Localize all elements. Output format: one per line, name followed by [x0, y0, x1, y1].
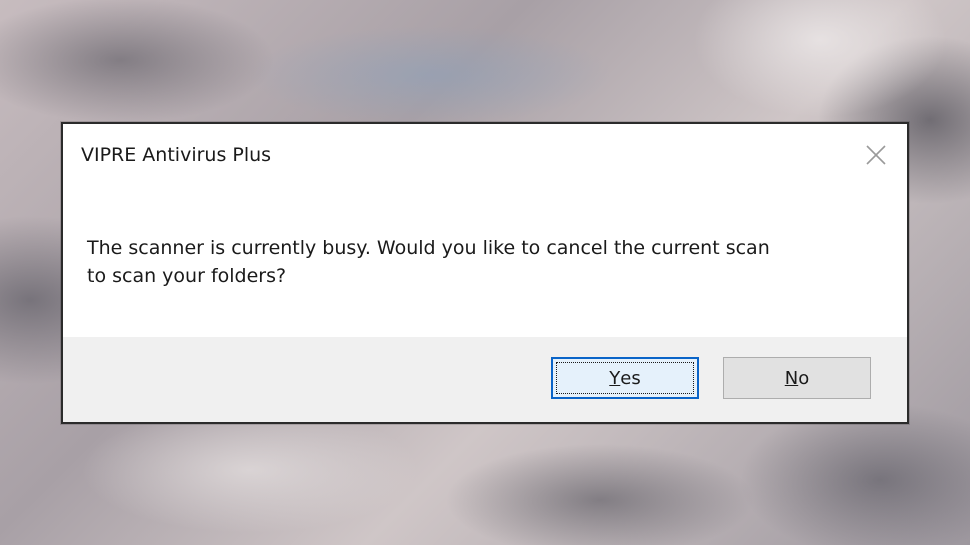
focus-rectangle — [556, 362, 694, 394]
no-button-accelerator: N — [784, 367, 799, 389]
dialog-title: VIPRE Antivirus Plus — [81, 144, 272, 166]
dialog-message: The scanner is currently busy. Would you… — [87, 234, 877, 290]
message-line-2: to scan your folders? — [87, 265, 287, 287]
dialog-button-bar: Yes No — [63, 337, 907, 422]
no-button-label: o — [798, 367, 810, 389]
no-button[interactable]: No — [723, 357, 871, 399]
yes-button[interactable]: Yes — [551, 357, 699, 399]
close-icon — [866, 145, 886, 165]
close-button[interactable] — [863, 142, 889, 168]
message-line-1: The scanner is currently busy. Would you… — [87, 237, 770, 259]
message-dialog: VIPRE Antivirus Plus The scanner is curr… — [61, 122, 909, 424]
